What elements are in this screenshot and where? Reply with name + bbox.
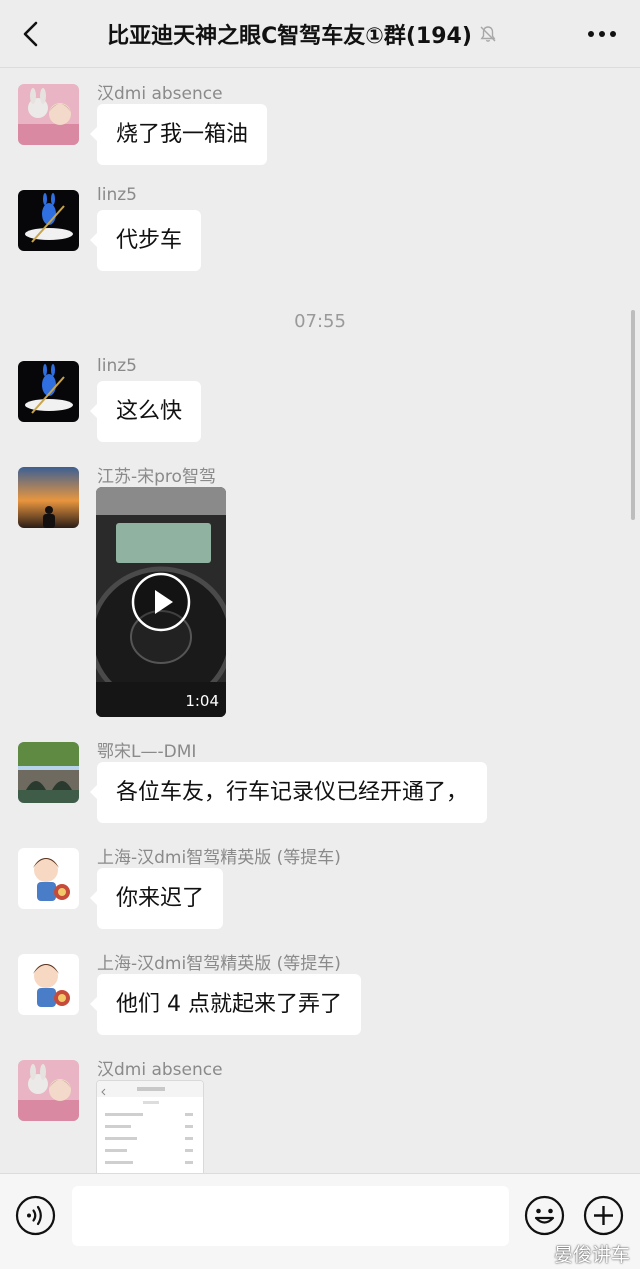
stone-bridge-avatar bbox=[18, 742, 79, 803]
cartoon-boy-avatar bbox=[18, 954, 79, 1015]
message-bubble[interactable]: 这么快 bbox=[89, 381, 202, 442]
blue-rabbit-avatar bbox=[18, 190, 79, 251]
sender-name: 汉dmi absence bbox=[97, 84, 223, 104]
avatar[interactable] bbox=[18, 190, 79, 251]
emoji-icon[interactable] bbox=[524, 1195, 565, 1236]
message-bubble[interactable]: 他们 4 点就起来了弄了 bbox=[90, 974, 361, 1035]
chat-message-list[interactable]: 汉dmi absence 烧了我一箱油 linz5 代步车 07:55 linz… bbox=[0, 69, 640, 1173]
cartoon-photo-avatar bbox=[18, 84, 79, 145]
avatar[interactable] bbox=[18, 467, 79, 528]
sender-name: 上海-汉dmi智驾精英版 (等提车) bbox=[97, 848, 341, 868]
avatar[interactable] bbox=[18, 954, 79, 1015]
play-icon[interactable] bbox=[131, 572, 191, 632]
video-message[interactable]: 1:04 bbox=[96, 487, 226, 717]
message-bubble[interactable]: 烧了我一箱油 bbox=[89, 104, 268, 165]
chat-title-wrapper: 比亚迪天神之眼C智驾车友①群(194) bbox=[60, 16, 545, 52]
chat-header: 比亚迪天神之眼C智驾车友①群(194) bbox=[0, 0, 640, 68]
scrollbar[interactable] bbox=[631, 310, 635, 520]
sender-name: linz5 bbox=[97, 185, 137, 205]
avatar[interactable] bbox=[18, 361, 79, 422]
bell-slash-icon bbox=[480, 26, 496, 42]
back-button[interactable] bbox=[16, 18, 48, 50]
cartoon-boy-avatar bbox=[18, 848, 79, 909]
cartoon-photo-avatar bbox=[18, 1060, 79, 1121]
sunset-avatar bbox=[18, 467, 79, 528]
voice-icon[interactable] bbox=[15, 1195, 56, 1236]
message-bubble[interactable]: 你来迟了 bbox=[89, 868, 224, 929]
sender-name: linz5 bbox=[97, 356, 137, 376]
avatar[interactable] bbox=[18, 742, 79, 803]
chat-message: 上海-汉dmi智驾精英版 (等提车) 他们 4 点就起来了弄了 bbox=[0, 939, 640, 1045]
watermark: 晏俊讲车 bbox=[553, 1244, 630, 1266]
chat-message: 上海-汉dmi智驾精英版 (等提车) 你来迟了 bbox=[0, 833, 640, 939]
message-input[interactable] bbox=[72, 1186, 509, 1246]
chat-message: linz5 这么快 bbox=[0, 346, 640, 452]
sender-name: 江苏-宋pro智驾 bbox=[97, 467, 216, 487]
input-bar bbox=[0, 1173, 640, 1269]
screenshot-thumbnail bbox=[97, 1081, 203, 1173]
avatar[interactable] bbox=[18, 1060, 79, 1121]
chat-title: 比亚迪天神之眼C智驾车友①群(194) bbox=[107, 24, 472, 49]
avatar[interactable] bbox=[18, 848, 79, 909]
image-message[interactable] bbox=[96, 1080, 204, 1173]
avatar[interactable] bbox=[18, 84, 79, 145]
message-bubble[interactable]: 代步车 bbox=[89, 210, 202, 271]
message-bubble[interactable]: 各位车友，行车记录仪已经开通了， bbox=[89, 762, 488, 823]
more-options-button[interactable] bbox=[584, 22, 620, 46]
chat-message: linz5 代步车 bbox=[0, 175, 640, 281]
sender-name: 鄂宋L—-DMI bbox=[97, 742, 197, 762]
video-duration: 1:04 bbox=[185, 692, 219, 710]
plus-circle-icon[interactable] bbox=[583, 1195, 624, 1236]
sender-name: 上海-汉dmi智驾精英版 (等提车) bbox=[97, 954, 341, 974]
sender-name: 汉dmi absence bbox=[97, 1060, 223, 1080]
chat-message: 鄂宋L—-DMI 各位车友，行车记录仪已经开通了， bbox=[0, 727, 640, 833]
blue-rabbit-avatar bbox=[18, 361, 79, 422]
timestamp: 07:55 bbox=[294, 311, 346, 332]
chat-message: 汉dmi absence 烧了我一箱油 bbox=[0, 69, 640, 175]
